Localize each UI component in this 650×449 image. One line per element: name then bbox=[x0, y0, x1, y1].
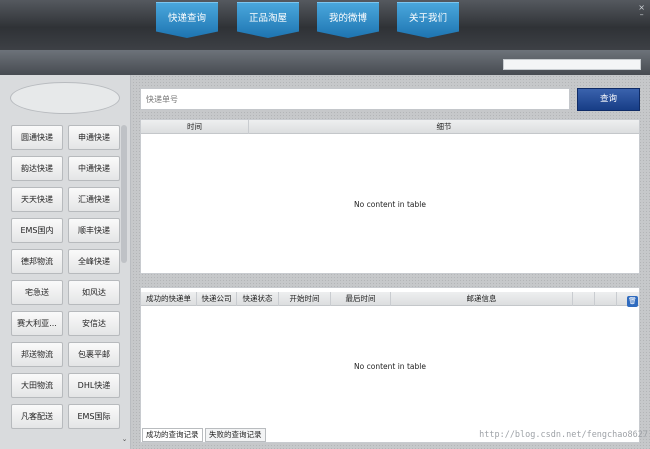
detail-table: 时间 细节 No content in table bbox=[140, 119, 640, 274]
column-mail-info[interactable]: 邮递信息 bbox=[391, 292, 573, 306]
tab-successful-queries[interactable]: 成功的查询记录 bbox=[142, 428, 203, 442]
courier-button[interactable]: 宅急送 bbox=[11, 280, 63, 305]
courier-button[interactable]: 申通快递 bbox=[68, 125, 120, 150]
courier-button[interactable]: 全峰快递 bbox=[68, 249, 120, 274]
window-controls: × – bbox=[638, 4, 645, 19]
trash-icon[interactable]: 🗑 bbox=[627, 296, 638, 307]
column-extra bbox=[595, 292, 617, 306]
tab-failed-queries[interactable]: 失败的查询记录 bbox=[205, 428, 266, 442]
courier-button[interactable]: 大田物流 bbox=[11, 373, 63, 398]
courier-button[interactable]: 汇通快递 bbox=[68, 187, 120, 212]
courier-button[interactable]: 赛大利亚... bbox=[11, 311, 63, 336]
courier-button[interactable]: EMS国际 bbox=[68, 404, 120, 429]
column-company[interactable]: 快递公司 bbox=[197, 292, 237, 306]
empty-message: No content in table bbox=[354, 362, 426, 371]
tracking-number-input[interactable] bbox=[140, 88, 570, 110]
nav-my-weibo[interactable]: 我的微博 bbox=[317, 2, 379, 38]
courier-button[interactable]: 包裹平邮 bbox=[68, 342, 120, 367]
courier-button[interactable]: 韵达快递 bbox=[11, 156, 63, 181]
avatar bbox=[10, 82, 120, 114]
minimize-icon[interactable]: – bbox=[638, 11, 645, 19]
courier-button[interactable]: 邦送物流 bbox=[11, 342, 63, 367]
nav-about-us[interactable]: 关于我们 bbox=[397, 2, 459, 38]
courier-button[interactable]: EMS国内 bbox=[11, 218, 63, 243]
courier-button[interactable]: 安信达 bbox=[68, 311, 120, 336]
courier-button[interactable]: 德邦物流 bbox=[11, 249, 63, 274]
query-button[interactable]: 查询 bbox=[577, 88, 640, 111]
strip-input-box[interactable] bbox=[503, 59, 641, 70]
column-extra bbox=[573, 292, 595, 306]
courier-button[interactable]: 如风达 bbox=[68, 280, 120, 305]
empty-message: No content in table bbox=[354, 200, 426, 209]
search-input[interactable] bbox=[141, 89, 569, 109]
watermark-text: http://blog.csdn.net/fengchao8627 bbox=[479, 430, 648, 440]
chevron-down-icon[interactable]: ⌄ bbox=[120, 435, 129, 445]
nav-express-query[interactable]: 快递查询 bbox=[156, 2, 218, 38]
records-table: 成功的快递单 快递公司 快递状态 开始时间 最后时间 邮递信息 No conte… bbox=[140, 287, 640, 443]
column-detail[interactable]: 细节 bbox=[249, 120, 639, 134]
top-navigation-bar: 快递查询 正品淘屋 我的微博 关于我们 × – bbox=[0, 0, 650, 50]
courier-button[interactable]: 顺丰快递 bbox=[68, 218, 120, 243]
column-time[interactable]: 时间 bbox=[141, 120, 249, 134]
column-status[interactable]: 快递状态 bbox=[237, 292, 279, 306]
nav-genuine-shop[interactable]: 正品淘屋 bbox=[237, 2, 299, 38]
courier-button[interactable]: DHL快递 bbox=[68, 373, 120, 398]
secondary-strip bbox=[0, 50, 650, 75]
column-start-time[interactable]: 开始时间 bbox=[279, 292, 331, 306]
sidebar: 圆通快递 申通快递 韵达快递 中通快递 天天快递 汇通快递 EMS国内 顺丰快递 德邦物流 全峰快… bbox=[0, 75, 131, 449]
courier-button[interactable]: 中通快递 bbox=[68, 156, 120, 181]
column-last-time[interactable]: 最后时间 bbox=[331, 292, 391, 306]
courier-button[interactable]: 圆通快递 bbox=[11, 125, 63, 150]
courier-button[interactable]: 凡客配送 bbox=[11, 404, 63, 429]
courier-button[interactable]: 天天快递 bbox=[11, 187, 63, 212]
table-header: 成功的快递单 快递公司 快递状态 开始时间 最后时间 邮递信息 bbox=[141, 292, 639, 306]
sidebar-scrollbar[interactable]: ⌄ bbox=[120, 123, 129, 445]
scrollbar-thumb[interactable] bbox=[121, 125, 127, 263]
table-header: 时间 细节 bbox=[141, 120, 639, 134]
column-tracking-number[interactable]: 成功的快递单 bbox=[141, 292, 197, 306]
